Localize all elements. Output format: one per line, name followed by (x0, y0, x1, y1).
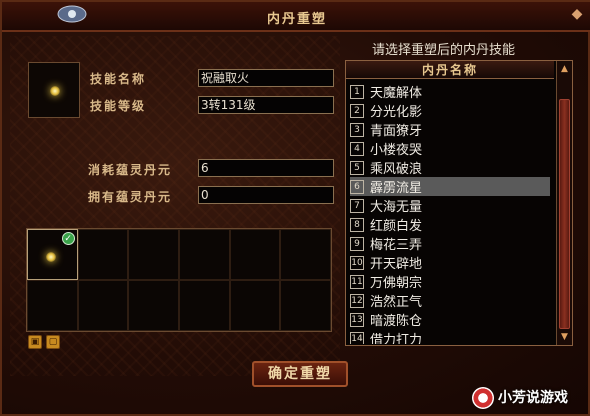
lock-icon[interactable]: ▣ (28, 335, 42, 349)
item-name: 霹雳流星 (370, 181, 423, 196)
item-number: 8 (350, 217, 364, 232)
list-header: 内丹名称 (346, 61, 554, 79)
scroll-up-icon[interactable]: ▲ (558, 63, 571, 75)
skill-list-item[interactable]: 4 小楼夜哭 (350, 139, 550, 158)
item-number: 11 (350, 274, 364, 289)
skill-icon-slot (28, 62, 80, 118)
unlock-icon[interactable]: ▢ (46, 335, 60, 349)
inventory-slot[interactable] (179, 280, 230, 331)
skill-list-item[interactable]: 14 借力打力 (350, 329, 550, 344)
item-name: 大海无量 (370, 200, 423, 215)
skill-list-item[interactable]: 9 梅花三弄 (350, 234, 550, 253)
item-name: 暗渡陈仓 (370, 314, 423, 329)
watermark-text: 小芳说游戏 (498, 390, 568, 406)
skill-list: 1 天魔解体 2 分光化影 3 青面獠牙 4 小楼夜哭 5 乘风破浪 6 霹雳流星 7 大海无量 8 红颜白发… (350, 82, 550, 344)
item-name: 青面獠牙 (370, 124, 423, 139)
skill-name-field: 祝融取火 (198, 69, 334, 87)
item-number: 2 (350, 103, 364, 118)
owned-field: 0 (198, 186, 334, 204)
item-number: 9 (350, 236, 364, 251)
consume-label: 消耗蕴灵丹元 (88, 163, 173, 177)
item-number: 12 (350, 293, 364, 308)
item-number: 1 (350, 84, 364, 99)
skill-list-item[interactable]: 12 浩然正气 (350, 291, 550, 310)
close-button[interactable]: ◆ (567, 4, 587, 24)
orb-icon (46, 252, 56, 262)
reshape-window: 内丹重塑 ◆ 技能名称 祝融取火 技能等级 3转131级 消耗蕴灵丹元 6 拥有… (0, 0, 590, 416)
skill-list-item[interactable]: 11 万佛朝宗 (350, 272, 550, 291)
item-number: 10 (350, 255, 364, 270)
orb-icon (50, 86, 60, 96)
inventory-grid: ✓ (26, 228, 332, 332)
inventory-slot[interactable] (77, 280, 129, 331)
scroll-down-icon[interactable]: ▼ (558, 331, 571, 343)
consume-field: 6 (198, 159, 334, 177)
skill-level-field: 3转131级 (198, 96, 334, 114)
item-name: 梅花三弄 (370, 238, 423, 253)
scrollbar[interactable]: ▲ ▼ (556, 61, 572, 345)
watermark: 小芳说游戏 (472, 386, 588, 410)
skill-list-item[interactable]: 8 红颜白发 (350, 215, 550, 234)
inventory-slot[interactable] (128, 280, 179, 331)
item-name: 天魔解体 (370, 86, 423, 101)
inventory-slot[interactable] (179, 229, 230, 280)
skill-list-item[interactable]: 7 大海无量 (350, 196, 550, 215)
title-bar[interactable]: 内丹重塑 ◆ (2, 2, 590, 32)
window-title: 内丹重塑 (266, 12, 327, 27)
item-name: 开天辟地 (370, 257, 423, 272)
item-name: 浩然正气 (370, 295, 423, 310)
inventory-slot[interactable] (27, 280, 78, 331)
check-icon: ✓ (61, 232, 75, 245)
select-prompt: 请选择重塑后的内丹技能 (372, 43, 516, 58)
inventory-slot[interactable] (77, 229, 129, 280)
inventory-slot[interactable] (128, 229, 179, 280)
item-number: 4 (350, 141, 364, 156)
item-number: 6 (350, 179, 364, 194)
watermark-logo-icon (472, 387, 494, 409)
skill-list-item[interactable]: 10 开天辟地 (350, 253, 550, 272)
inventory-slot-1[interactable]: ✓ (27, 229, 78, 280)
inventory-slot[interactable] (229, 280, 281, 331)
skill-level-label: 技能等级 (90, 99, 147, 113)
item-name: 借力打力 (370, 333, 423, 344)
skill-list-item[interactable]: 13 暗渡陈仓 (350, 310, 550, 329)
item-number: 5 (350, 160, 364, 175)
skill-list-item[interactable]: 1 天魔解体 (350, 82, 550, 101)
skill-list-panel: 内丹名称 1 天魔解体 2 分光化影 3 青面獠牙 4 小楼夜哭 5 乘风破浪 6 霹雳流星 7 大海无量… (345, 60, 573, 346)
item-number: 7 (350, 198, 364, 213)
skill-list-item[interactable]: 3 青面獠牙 (350, 120, 550, 139)
skill-name-label: 技能名称 (90, 72, 147, 86)
item-name: 红颜白发 (370, 219, 423, 234)
inventory-slot[interactable] (280, 280, 331, 331)
inventory-slot[interactable] (229, 229, 281, 280)
inventory-slot[interactable] (280, 229, 331, 280)
confirm-reshape-button[interactable]: 确定重塑 (252, 361, 348, 387)
item-name: 小楼夜哭 (370, 143, 423, 158)
item-number: 3 (350, 122, 364, 137)
item-number: 13 (350, 312, 364, 327)
item-number: 14 (350, 331, 364, 344)
skill-list-item[interactable]: 2 分光化影 (350, 101, 550, 120)
owned-label: 拥有蕴灵丹元 (88, 190, 173, 204)
item-name: 乘风破浪 (370, 162, 423, 177)
item-name: 分光化影 (370, 105, 423, 120)
item-name: 万佛朝宗 (370, 276, 423, 291)
skill-list-item[interactable]: 5 乘风破浪 (350, 158, 550, 177)
skill-list-item[interactable]: 6 霹雳流星 (350, 177, 550, 196)
scroll-thumb[interactable] (559, 99, 570, 329)
